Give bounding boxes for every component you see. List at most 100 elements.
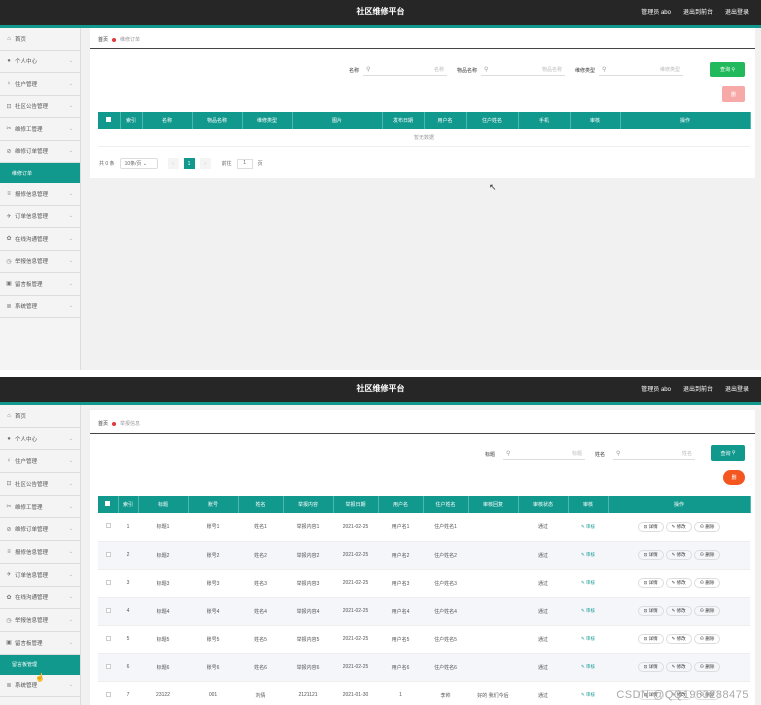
sidebar-item-3[interactable]: ⊡ 社区公告管理 ⌄ [0,96,80,118]
page-number[interactable]: 1 [183,158,195,169]
breadcrumb-home[interactable]: 首页 [98,36,108,43]
prev-page-button[interactable]: ‹ [167,158,179,169]
delete-button[interactable]: ⊖ 删除 [693,550,721,560]
next-page-button[interactable]: › [199,158,211,169]
sidebar-submenu-active[interactable]: 留言板管理 [0,654,80,675]
name-search-input[interactable]: ⚲ 姓名 [613,448,696,460]
sidebar-item-0[interactable]: ⌂ 首页 [0,405,80,428]
checkbox-icon [105,663,111,669]
delete-button[interactable]: ⊖ 删除 [693,606,721,616]
select-all-checkbox[interactable] [98,496,119,513]
admin-user-link[interactable]: 管理员 abo [641,384,671,393]
logout-link[interactable]: 退出登录 [725,7,749,16]
row-checkbox[interactable] [98,625,118,654]
delete-button[interactable]: 删 [723,470,745,485]
sidebar-item-6[interactable]: ≡ 报修信息管理 ⌄ [0,541,80,564]
chat-icon: ✿ [6,594,12,601]
sidebar-item-11[interactable]: ≣ 系统管理 ⌄ [0,296,80,318]
edit-button[interactable]: ✎ 修改 [665,550,692,560]
sidebar-item-2[interactable]: ♀ 住户管理 ⌄ [0,73,80,96]
sidebar-item-9[interactable]: ◷ 举报信息管理 ⌄ [0,251,80,273]
detail-button[interactable]: ⊡ 详情 [637,634,664,644]
detail-button[interactable]: ⊡ 详情 [637,662,664,672]
table-row: 5 标题5 账号5 姓名5 举报内容5 2021-02-25 用户名5 住户姓名5 通过 ✎ 审核… [98,625,750,654]
sidebar-item-0[interactable]: ⌂ 首页 [0,28,80,51]
table-cell: 举报内容1 [283,513,333,542]
item-search-input[interactable]: ⚲ 物品名称 [481,64,566,76]
type-search-input[interactable]: ⚲ 维修类型 [599,64,684,76]
admin-user-link[interactable]: 管理员 abo [641,7,671,16]
pagination: 共 0 条 10条/页 ⌄ ‹ 1 › 前往 1 页 [99,158,263,169]
review-button[interactable]: ✎ 审核 [581,692,595,697]
review-button[interactable]: ✎ 审核 [581,664,595,669]
sidebar-item-10[interactable]: ▣ 留言板管理 ⌄ [0,273,80,296]
table-cell: 6 [118,653,138,682]
row-checkbox[interactable] [98,569,118,598]
page-size-select[interactable]: 10条/页 ⌄ [119,158,158,169]
review-button[interactable]: ✎ 审核 [581,524,595,529]
main-panel [90,28,755,178]
delete-button[interactable]: ⊖ 删除 [693,578,721,588]
sidebar-item-5[interactable]: ⊘ 维修订单管理 ⌄ [0,518,80,542]
sidebar-item-7[interactable]: ✈ 订单信息管理 ⌄ [0,206,80,228]
review-button[interactable]: ✎ 审核 [581,580,595,585]
sidebar-item-4[interactable]: ✂ 维修工管理 ⌄ [0,496,80,519]
detail-button[interactable]: ⊡ 详情 [637,521,664,532]
row-checkbox[interactable] [98,513,118,542]
review-button[interactable]: ✎ 审核 [581,552,595,557]
detail-button[interactable]: ⊡ 详情 [637,578,664,588]
sidebar-item-label: 订单信息管理 [15,214,49,221]
detail-button[interactable]: ⊡ 详情 [637,550,664,560]
edit-button[interactable]: ✎ 修改 [665,521,692,532]
sidebar-item-8[interactable]: ✿ 在线沟通管理 ⌄ [0,587,80,610]
sidebar-item-7[interactable]: ✈ 订单信息管理 ⌄ [0,564,80,587]
sidebar-item-4[interactable]: ✂ 维修工管理 ⌄ [0,118,80,141]
table-cell: 账号1 [188,513,238,542]
table-cell: 标题5 [138,625,188,654]
sidebar-item-5[interactable]: ⊘ 维修订单管理 ⌄ [0,141,80,163]
query-button[interactable]: 查询 ⚲ [710,62,745,77]
delete-button[interactable]: 删 [722,86,745,102]
sidebar-item-8[interactable]: ✿ 在线沟通管理 ⌄ [0,228,80,251]
row-checkbox[interactable] [98,541,118,570]
sidebar-item-label: 维修工管理 [15,504,43,511]
back-to-frontend-link[interactable]: 退出到前台 [683,384,713,393]
sidebar-item-1[interactable]: ● 个人中心 ⌄ [0,51,80,73]
sidebar-submenu-active[interactable]: 维修订单 [0,163,80,183]
sidebar-item-10[interactable]: ▣ 留言板管理 ⌄ [0,632,80,655]
row-checkbox[interactable] [98,653,118,682]
edit-button[interactable]: ✎ 修改 [665,662,692,672]
sidebar-item-1[interactable]: ● 个人中心 ⌄ [0,428,80,451]
delete-button[interactable]: ⊖ 删除 [693,634,721,644]
review-button[interactable]: ✎ 审核 [581,636,595,641]
review-button[interactable]: ✎ 审核 [581,608,595,613]
delete-button[interactable]: ⊖ 删除 [693,662,721,672]
breadcrumb-home[interactable]: 首页 [98,420,108,427]
sidebar-item-3[interactable]: ⊡ 社区公告管理 ⌄ [0,473,80,496]
mouse-cursor-icon: ☝ [35,673,45,682]
logout-link[interactable]: 退出登录 [725,384,749,393]
table-cell: 3 [118,569,138,598]
delete-button[interactable]: ⊖ 删除 [693,521,721,532]
select-all-checkbox[interactable] [98,112,121,129]
name-search-input[interactable]: ⚲ 名称 [363,64,448,76]
send-icon: ✈ [6,572,12,579]
goto-label: 前往 [221,161,232,167]
row-checkbox[interactable] [98,681,118,705]
back-to-frontend-link[interactable]: 退出到前台 [683,7,713,16]
goto-page-input[interactable]: 1 [236,158,253,169]
edit-button[interactable]: ✎ 修改 [665,578,692,588]
row-checkbox[interactable] [98,597,118,626]
detail-button[interactable]: ⊡ 详情 [637,606,664,616]
sidebar-item-9[interactable]: ◷ 举报信息管理 ⌄ [0,609,80,632]
table-row: 2 标题2 账号2 姓名2 举报内容2 2021-02-25 用户名2 住户姓名2 通过 ✎ 审核… [98,541,750,570]
query-button[interactable]: 查询 ⚲ [711,445,745,461]
edit-button[interactable]: ✎ 修改 [665,634,692,644]
edit-button[interactable]: ✎ 修改 [665,606,692,616]
sidebar-item-6[interactable]: ≡ 报修信息管理 ⌄ [0,183,80,206]
chevron-down-icon: ⌄ [68,571,73,578]
search-icon: ⚲ [506,451,511,457]
table-cell: 好的 我们今后 [468,681,518,705]
sidebar-item-2[interactable]: ♀ 住户管理 ⌄ [0,450,80,474]
title-search-input[interactable]: ⚲ 标题 [503,448,586,460]
